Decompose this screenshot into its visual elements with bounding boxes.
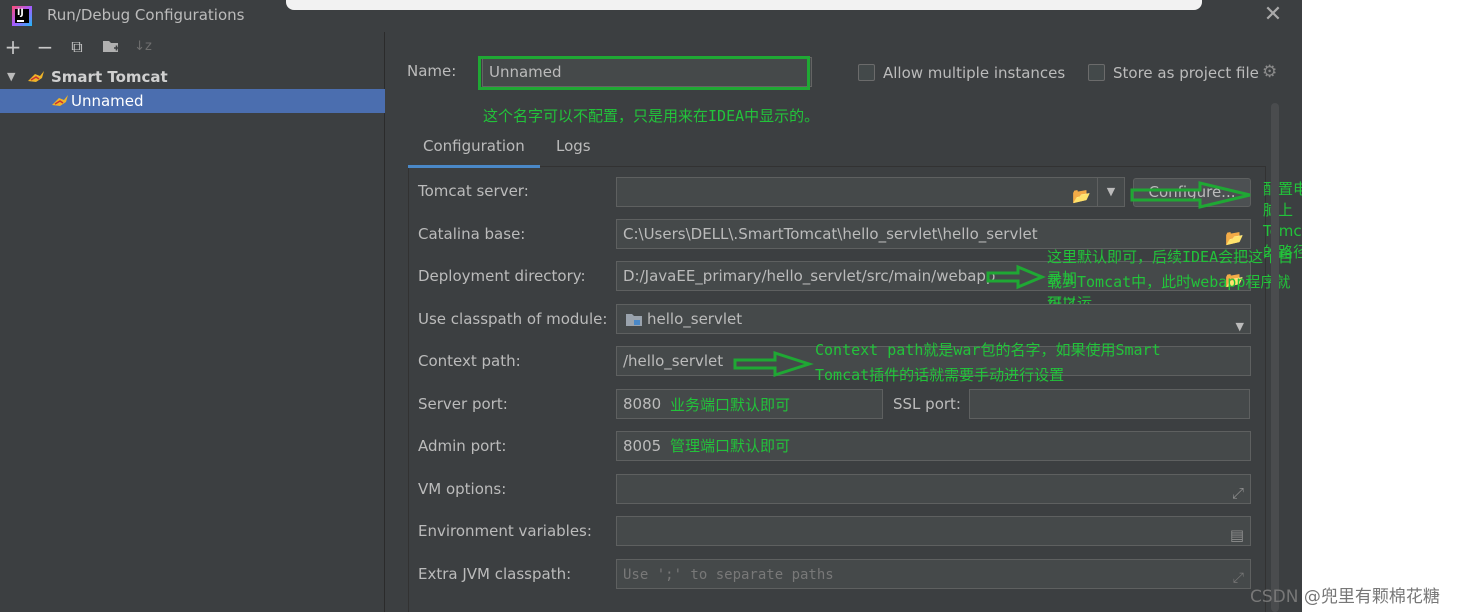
allow-multiple-instances-checkbox[interactable]: Allow multiple instances (858, 62, 1065, 84)
store-as-project-label: Store as project file (1113, 64, 1259, 82)
document-icon[interactable]: ▤ (1230, 521, 1244, 545)
vertical-scrollbar[interactable] (1271, 103, 1279, 612)
name-label: Name: (407, 62, 457, 80)
popup-overlay (286, 0, 1202, 10)
expand-icon[interactable]: ⤢ (1233, 564, 1244, 588)
server-port-label: Server port: (418, 395, 508, 413)
vm-options-label: VM options: (418, 480, 507, 498)
remove-configuration-button[interactable]: − (34, 36, 56, 58)
catalina-base-label: Catalina base: (418, 225, 526, 243)
store-as-project-file-checkbox[interactable]: Store as project file (1088, 62, 1259, 84)
env-vars-label: Environment variables: (418, 522, 592, 540)
sidebar-toolbar: + − ⧉ ↓z (0, 32, 385, 62)
extra-jvm-label: Extra JVM classpath: (418, 565, 572, 583)
configuration-tree: ▼ Smart Tomcat Unnamed (0, 65, 385, 113)
tab-logs[interactable]: Logs (556, 132, 591, 168)
checkbox-box[interactable] (858, 64, 875, 81)
deployment-directory-value: D:/JavaEE_primary/hello_servlet/src/main… (623, 267, 996, 285)
close-button[interactable]: ✕ (1262, 4, 1284, 26)
tomcat-server-combo[interactable]: 📂 (616, 177, 1098, 207)
tree-group-label: Smart Tomcat (51, 68, 168, 86)
folder-icon[interactable]: 📂 (1072, 182, 1091, 206)
classpath-module-select[interactable]: hello_servlet ▼ (616, 304, 1251, 334)
annotation-name-note: 这个名字可以不配置，只是用来在IDEA中显示的。 (483, 107, 820, 125)
module-folder-icon (626, 314, 642, 326)
run-debug-dialog: IJ Run/Debug Configurations ✕ + − ⧉ ↓z ▼… (0, 0, 1302, 612)
tab-configuration[interactable]: Configuration (408, 132, 540, 168)
env-vars-field[interactable]: ▤ (616, 516, 1251, 546)
app-icon-text: IJ (17, 8, 24, 18)
admin-port-label: Admin port: (418, 437, 507, 455)
tomcat-icon (28, 71, 44, 82)
checkbox-box[interactable] (1088, 64, 1105, 81)
context-path-value: /hello_servlet (623, 352, 724, 370)
copy-configuration-button[interactable]: ⧉ (66, 36, 88, 58)
ssl-port-field[interactable] (969, 389, 1250, 419)
annotation-arrow-context (733, 350, 814, 378)
gear-icon[interactable]: ⚙ (1262, 63, 1280, 81)
window-title: Run/Debug Configurations (47, 6, 245, 24)
allow-multiple-label: Allow multiple instances (883, 64, 1066, 82)
annotation-server-port-note: 业务端口默认即可 (670, 396, 791, 414)
name-input[interactable] (482, 57, 812, 87)
sort-button[interactable]: ↓z (132, 36, 154, 58)
classpath-module-value: hello_servlet (647, 310, 743, 328)
annotation-arrow-deploy (986, 264, 1046, 290)
chevron-down-icon[interactable]: ▼ (1097, 177, 1125, 207)
add-configuration-button[interactable]: + (2, 36, 24, 58)
deployment-directory-label: Deployment directory: (418, 267, 586, 285)
admin-port-value: 8005 (623, 437, 662, 455)
chevron-down-icon[interactable]: ▼ (7, 65, 15, 89)
tree-item-unnamed[interactable]: Unnamed (0, 89, 385, 113)
intellij-app-icon: IJ (12, 6, 32, 26)
server-port-value: 8080 (623, 395, 662, 413)
ssl-port-label: SSL port: (893, 395, 961, 413)
extra-jvm-field[interactable]: Use ';' to separate paths ⤢ (616, 559, 1251, 589)
csdn-watermark: CSDN @兜里有颗棉花糖 (1250, 587, 1440, 607)
annotation-context-note-line2: Tomcat插件的话就需要手动进行设置 (815, 366, 1065, 384)
new-folder-button[interactable] (100, 36, 122, 58)
tree-group-smart-tomcat[interactable]: ▼ Smart Tomcat (0, 65, 385, 89)
context-path-label: Context path: (418, 352, 521, 370)
configurations-sidebar: + − ⧉ ↓z ▼ Smart Tomcat Unnamed (0, 32, 385, 612)
tomcat-server-label: Tomcat server: (418, 182, 529, 200)
folder-icon (103, 41, 119, 52)
annotation-context-note-line1: Context path就是war包的名字，如果使用Smart (815, 341, 1161, 359)
catalina-base-field[interactable]: C:\Users\DELL\.SmartTomcat\hello_servlet… (616, 219, 1251, 249)
expand-icon[interactable]: ⤢ (1232, 479, 1244, 503)
chevron-down-icon[interactable]: ▼ (1236, 313, 1244, 333)
folder-icon[interactable]: 📂 (1225, 224, 1244, 248)
tomcat-icon (52, 95, 68, 106)
annotation-arrow-tomcat (1130, 181, 1251, 209)
extra-jvm-placeholder: Use ';' to separate paths (623, 567, 834, 583)
classpath-module-label: Use classpath of module: (418, 310, 608, 328)
tree-item-label: Unnamed (71, 92, 144, 110)
annotation-admin-port-note: 管理端口默认即可 (670, 437, 791, 455)
vm-options-field[interactable]: ⤢ (616, 474, 1251, 504)
catalina-base-value: C:\Users\DELL\.SmartTomcat\hello_servlet… (623, 225, 1038, 243)
